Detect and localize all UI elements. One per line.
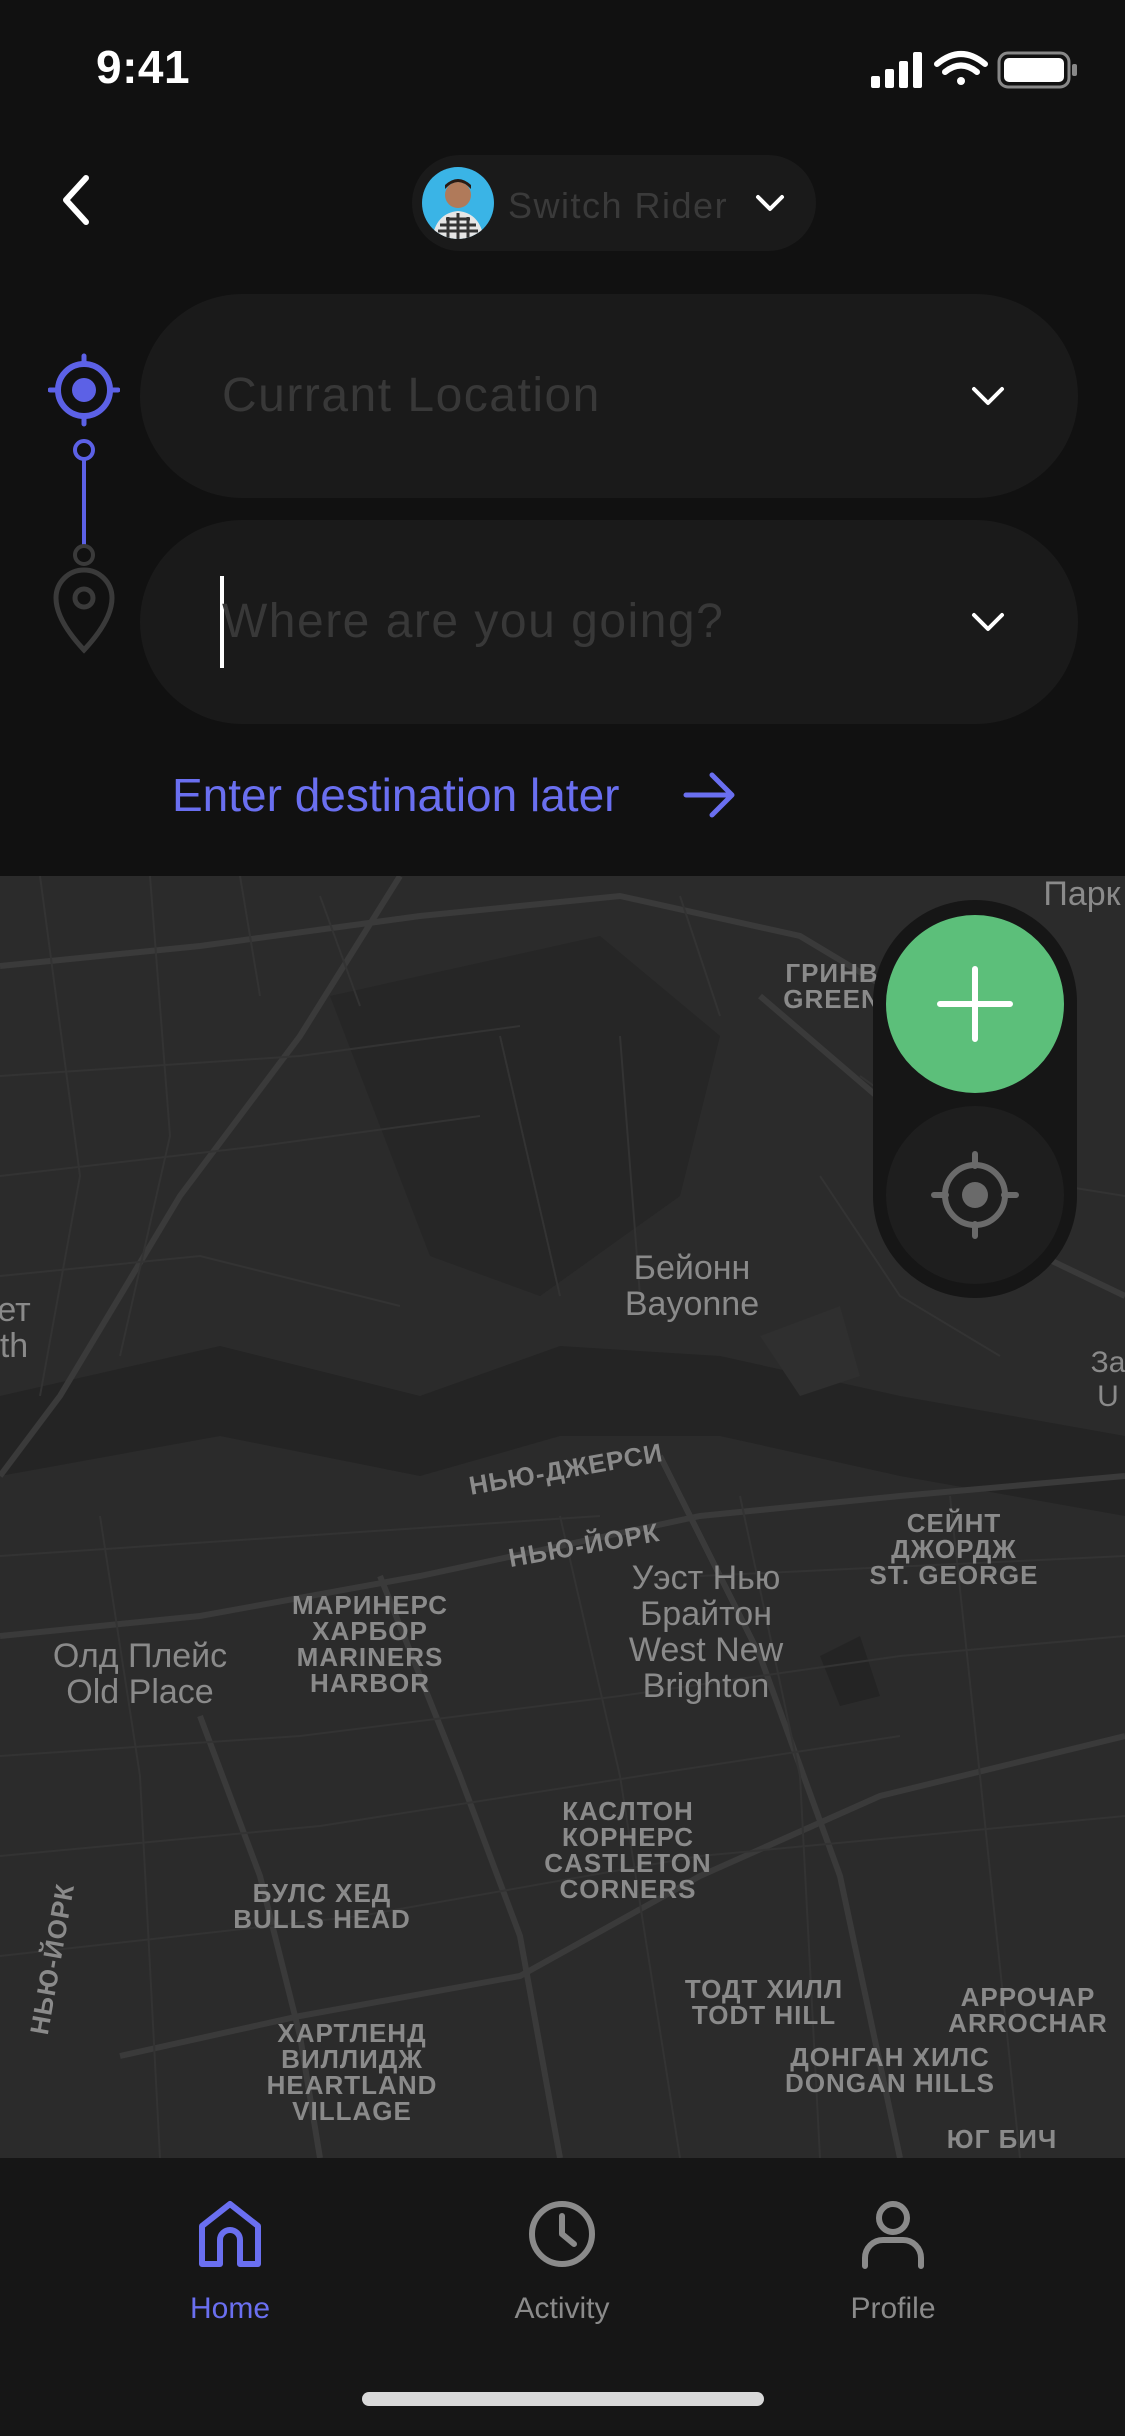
map-label: ЮГ БИЧ (946, 2124, 1058, 2154)
clock-icon (529, 2201, 595, 2267)
chevron-down-icon[interactable] (968, 606, 1008, 638)
map-label: Бейонн Bayonne (624, 1249, 760, 1323)
chevron-left-icon (63, 175, 89, 225)
back-button[interactable] (50, 170, 100, 230)
signal-icon (871, 52, 922, 88)
pickup-placeholder: Currant Location (222, 369, 601, 422)
map-label: За U (1090, 1346, 1125, 1413)
battery-icon (997, 51, 1077, 89)
map-label: ГРИНВ GREEN (783, 958, 881, 1014)
tab-profile-label: Profile (850, 2292, 936, 2325)
crosshair-icon (931, 1151, 1019, 1239)
chevron-down-icon[interactable] (968, 380, 1008, 412)
locate-me-button[interactable] (886, 1106, 1064, 1284)
plus-icon (937, 966, 1013, 1042)
map-label: Парк (1043, 876, 1121, 913)
status-icons (871, 51, 1077, 89)
map-label: Уэст Нью Брайтон West New Brighton (628, 1559, 784, 1705)
route-indicator (48, 353, 120, 654)
tab-profile[interactable]: Profile (793, 2194, 993, 2326)
pickup-field[interactable]: Currant Location (140, 294, 1078, 498)
status-time: 9:41 (96, 41, 191, 93)
wifi-icon (934, 51, 988, 85)
map-label: КАСЛТОН КОРНЕРС CASTLETON CORNERS (544, 1796, 712, 1904)
map-label: Олд Плейс Old Place (52, 1637, 228, 1711)
map-controls (873, 900, 1077, 1298)
chevron-down-icon (756, 195, 784, 211)
destination-placeholder: Where are you going? (222, 595, 725, 648)
map-label: ет th (0, 1291, 31, 1365)
target-icon (48, 353, 120, 427)
tab-activity[interactable]: Activity (462, 2194, 662, 2326)
tab-activity-label: Activity (514, 2292, 610, 2325)
map-label: ДОНГАН ХИЛС DONGAN HILLS (785, 2042, 995, 2098)
map-label: ХАРТЛЕНД ВИЛЛИДЖ HEARTLAND VILLAGE (266, 2018, 438, 2126)
home-indicator (362, 2392, 764, 2406)
map-label: БУЛС ХЕД BULLS HEAD (233, 1878, 411, 1934)
arrow-right-icon[interactable] (682, 770, 738, 820)
pin-icon (53, 567, 115, 654)
add-stop-button[interactable] (886, 915, 1064, 1093)
destination-field[interactable]: Where are you going? (140, 520, 1078, 724)
switch-rider-label: Switch Rider (508, 185, 729, 226)
map-label: СЕЙНТ ДЖОРДЖ ST. GEORGE (869, 1508, 1039, 1590)
switch-rider-button[interactable]: Switch Rider (412, 155, 816, 251)
tab-home-label: Home (189, 2292, 271, 2325)
avatar (422, 167, 494, 239)
enter-destination-later-link[interactable]: Enter destination later (172, 768, 620, 822)
home-icon (199, 2201, 261, 2267)
map-label: ТОДТ ХИЛЛ TODT HILL (684, 1974, 844, 2030)
map-label: АРРОЧАР ARROCHAR (948, 1982, 1108, 2038)
tab-home[interactable]: Home (130, 2194, 330, 2326)
user-icon (862, 2201, 924, 2269)
map-label: МАРИНЕРС ХАРБОР MARINERS HARBOR (291, 1590, 449, 1698)
